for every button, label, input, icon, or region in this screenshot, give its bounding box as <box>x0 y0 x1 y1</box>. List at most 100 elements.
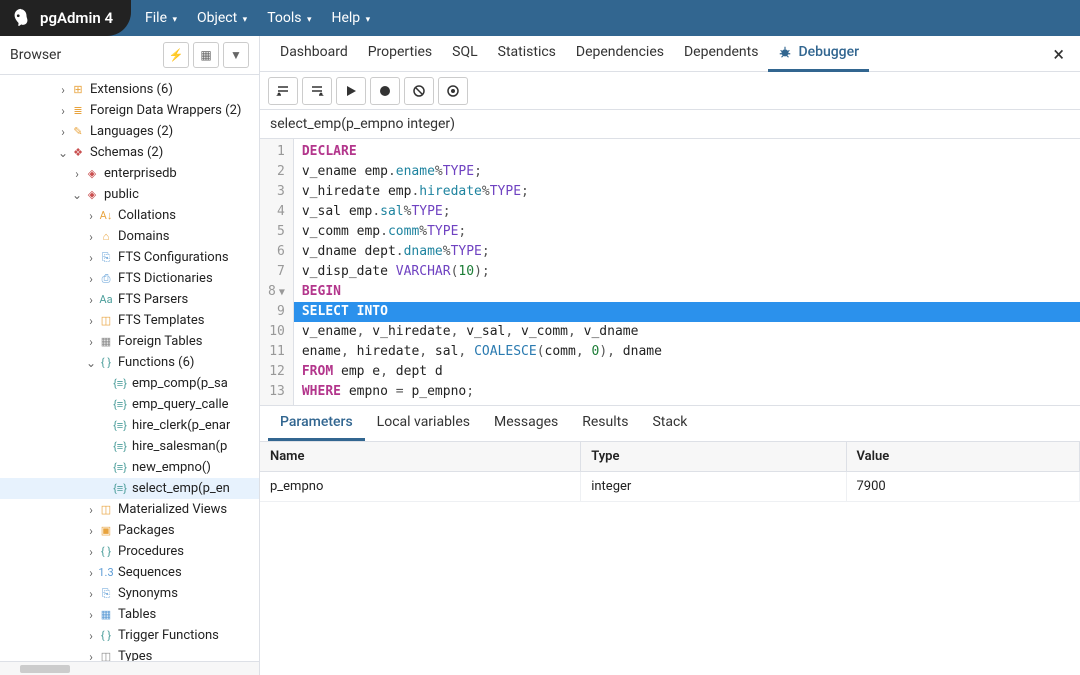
col-header[interactable]: Type <box>581 442 846 472</box>
tree-item[interactable]: ›▣Packages <box>0 520 259 541</box>
menu-file[interactable]: File ▾ <box>145 10 177 26</box>
tree-item[interactable]: ›⎘FTS Configurations <box>0 247 259 268</box>
line-number[interactable]: 7 <box>268 262 285 282</box>
toggle-breakpoint-button[interactable] <box>370 77 400 105</box>
code-line[interactable]: SELECT INTO <box>294 302 1080 322</box>
bottom-tab-stack[interactable]: Stack <box>640 406 699 441</box>
bottom-tab-messages[interactable]: Messages <box>482 406 570 441</box>
tree-item[interactable]: ›⊞Extensions (6) <box>0 79 259 100</box>
line-number[interactable]: 11 <box>268 342 285 362</box>
tree-toggle-icon[interactable]: › <box>70 167 84 181</box>
tree-item[interactable]: {≡}emp_comp(p_sa <box>0 373 259 394</box>
tree-item[interactable]: ›⌂Domains <box>0 226 259 247</box>
tab-properties[interactable]: Properties <box>358 36 442 72</box>
tree-item[interactable]: ›✎Languages (2) <box>0 121 259 142</box>
tree-item[interactable]: ›{ }Procedures <box>0 541 259 562</box>
continue-button[interactable] <box>336 77 366 105</box>
code-line[interactable]: v_comm emp.comm%TYPE; <box>294 222 1080 242</box>
tree-toggle-icon[interactable]: › <box>84 608 98 622</box>
tree-item[interactable]: ›A↓Collations <box>0 205 259 226</box>
tree-item[interactable]: ›◫Materialized Views <box>0 499 259 520</box>
tree-toggle-icon[interactable]: › <box>84 503 98 517</box>
object-tree[interactable]: ›⊞Extensions (6)›≣Foreign Data Wrappers … <box>0 75 259 661</box>
line-number[interactable]: 12 <box>268 362 285 382</box>
tree-item[interactable]: ›◫FTS Templates <box>0 310 259 331</box>
tree-toggle-icon[interactable]: › <box>84 335 98 349</box>
tree-item[interactable]: ›◫Types <box>0 646 259 661</box>
code-line[interactable]: v_ename, v_hiredate, v_sal, v_comm, v_dn… <box>294 322 1080 342</box>
tree-item[interactable]: {≡}new_empno() <box>0 457 259 478</box>
bottom-tab-results[interactable]: Results <box>570 406 640 441</box>
code-body[interactable]: DECLAREv_ename emp.ename%TYPE;v_hiredate… <box>294 139 1080 405</box>
tree-item[interactable]: ›⎙FTS Dictionaries <box>0 268 259 289</box>
bottom-tab-local-variables[interactable]: Local variables <box>365 406 482 441</box>
view-data-icon[interactable]: ▦ <box>193 42 219 68</box>
tree-item[interactable]: ›AaFTS Parsers <box>0 289 259 310</box>
line-number[interactable]: 13 <box>268 382 285 402</box>
menu-tools[interactable]: Tools ▾ <box>267 10 311 26</box>
tree-item[interactable]: ⌄❖Schemas (2) <box>0 142 259 163</box>
code-line[interactable]: FROM emp e, dept d <box>294 362 1080 382</box>
tree-toggle-icon[interactable]: › <box>56 83 70 97</box>
line-number[interactable]: 1 <box>268 142 285 162</box>
tree-item[interactable]: ›▦Foreign Tables <box>0 331 259 352</box>
stop-button[interactable] <box>438 77 468 105</box>
tree-toggle-icon[interactable]: › <box>56 104 70 118</box>
tab-dependencies[interactable]: Dependencies <box>566 36 674 72</box>
tree-toggle-icon[interactable]: ⌄ <box>84 356 98 370</box>
code-line[interactable]: v_hiredate emp.hiredate%TYPE; <box>294 182 1080 202</box>
step-into-button[interactable] <box>268 77 298 105</box>
tree-toggle-icon[interactable]: › <box>84 230 98 244</box>
menu-object[interactable]: Object ▾ <box>197 10 247 26</box>
code-line[interactable]: v_sal emp.sal%TYPE; <box>294 202 1080 222</box>
tree-toggle-icon[interactable]: › <box>84 251 98 265</box>
tab-sql[interactable]: SQL <box>442 36 487 72</box>
tree-item[interactable]: {≡}hire_salesman(p <box>0 436 259 457</box>
tree-item[interactable]: ⌄{ }Functions (6) <box>0 352 259 373</box>
step-over-button[interactable] <box>302 77 332 105</box>
tab-debugger[interactable]: Debugger <box>768 36 869 72</box>
bottom-tab-parameters[interactable]: Parameters <box>268 406 365 441</box>
filter-icon[interactable]: ▼ <box>223 42 249 68</box>
tree-toggle-icon[interactable]: ⌄ <box>56 146 70 160</box>
tab-dependents[interactable]: Dependents <box>674 36 768 72</box>
col-header[interactable]: Value <box>846 442 1080 472</box>
code-line[interactable]: DECLARE <box>294 142 1080 162</box>
tree-toggle-icon[interactable]: › <box>84 293 98 307</box>
tree-item[interactable]: {≡}select_emp(p_en <box>0 478 259 499</box>
col-header[interactable]: Name <box>260 442 581 472</box>
code-line[interactable]: v_disp_date VARCHAR(10); <box>294 262 1080 282</box>
tree-toggle-icon[interactable]: ⌄ <box>70 188 84 202</box>
code-line[interactable]: BEGIN <box>294 282 1080 302</box>
tree-item[interactable]: ⌄◈public <box>0 184 259 205</box>
tree-scrollbar[interactable] <box>0 661 259 675</box>
code-line[interactable]: v_dname dept.dname%TYPE; <box>294 242 1080 262</box>
tree-toggle-icon[interactable]: › <box>56 125 70 139</box>
close-icon[interactable]: × <box>1047 42 1070 66</box>
tree-toggle-icon[interactable]: › <box>84 587 98 601</box>
tree-item[interactable]: ›◈enterprisedb <box>0 163 259 184</box>
tree-toggle-icon[interactable]: › <box>84 524 98 538</box>
line-number[interactable]: 10 <box>268 322 285 342</box>
tree-item[interactable]: ›1.3Sequences <box>0 562 259 583</box>
tree-item[interactable]: {≡}emp_query_calle <box>0 394 259 415</box>
code-line[interactable]: WHERE empno = p_empno; <box>294 382 1080 402</box>
code-line[interactable]: ename, hiredate, sal, COALESCE(comm, 0),… <box>294 342 1080 362</box>
menu-help[interactable]: Help ▾ <box>331 10 370 26</box>
tree-toggle-icon[interactable]: › <box>84 566 98 580</box>
tab-dashboard[interactable]: Dashboard <box>270 36 358 72</box>
line-number[interactable]: 6 <box>268 242 285 262</box>
tree-item[interactable]: ›{ }Trigger Functions <box>0 625 259 646</box>
clear-breakpoints-button[interactable] <box>404 77 434 105</box>
tree-item[interactable]: ›≣Foreign Data Wrappers (2) <box>0 100 259 121</box>
line-number[interactable]: 2 <box>268 162 285 182</box>
code-editor[interactable]: 12345678▼910111213 DECLAREv_ename emp.en… <box>260 139 1080 406</box>
line-number[interactable]: 5 <box>268 222 285 242</box>
line-number[interactable]: 4 <box>268 202 285 222</box>
line-number[interactable]: 8▼ <box>268 282 285 302</box>
tree-toggle-icon[interactable]: › <box>84 314 98 328</box>
code-line[interactable]: v_ename emp.ename%TYPE; <box>294 162 1080 182</box>
tree-item[interactable]: ›⎘Synonyms <box>0 583 259 604</box>
tree-item[interactable]: ›▦Tables <box>0 604 259 625</box>
line-number[interactable]: 9 <box>268 302 285 322</box>
